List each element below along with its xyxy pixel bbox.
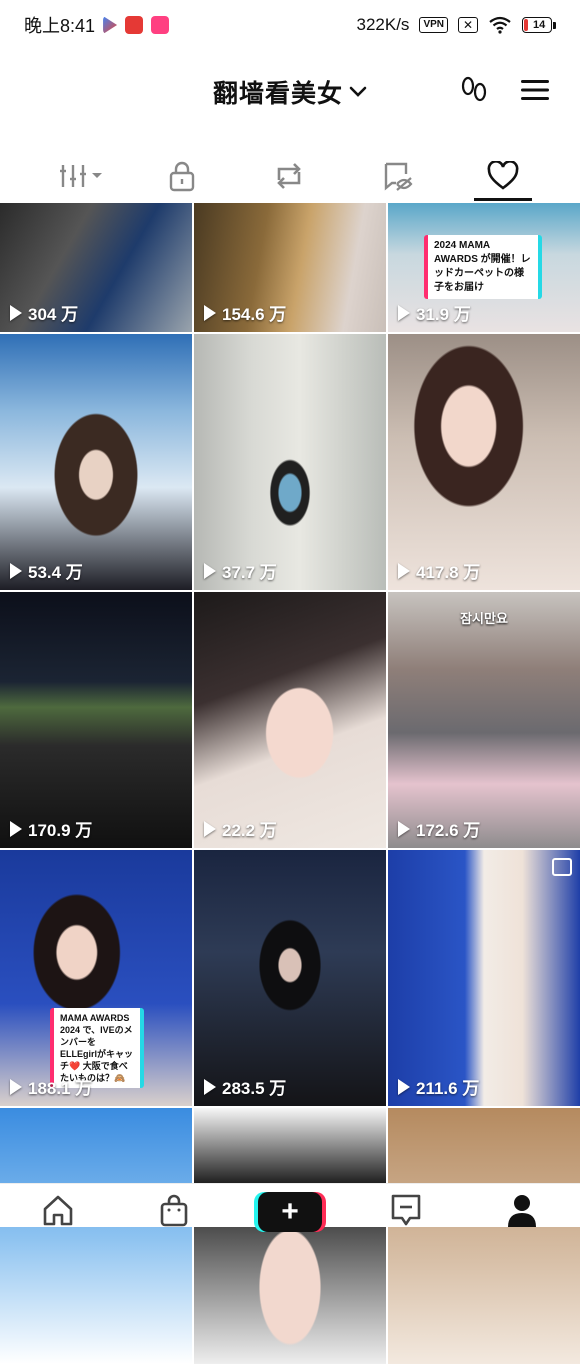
account-title: 翻墙看美女	[212, 80, 343, 108]
battery-icon: 14	[522, 17, 556, 33]
play-icon	[398, 820, 410, 837]
video-tile[interactable]: 잠시만요 172.6 万	[388, 592, 580, 848]
view-count: 283.5 万	[204, 1074, 286, 1099]
chevron-down-icon	[349, 86, 367, 97]
profile-icon	[508, 1195, 536, 1227]
app-notification-icon	[125, 16, 144, 34]
view-count: 211.6 万	[398, 1074, 479, 1099]
play-icon	[10, 820, 22, 837]
app-notification-icon-2	[151, 16, 170, 34]
view-count: 37.7 万	[204, 558, 277, 583]
play-icon	[398, 562, 410, 579]
video-tile[interactable]: 283.5 万	[194, 850, 386, 1106]
nav-home[interactable]	[38, 1192, 78, 1228]
video-tile[interactable]: MAMA AWARDS 2024 で、IVEのメンバーを ELLEgirlがキャ…	[0, 850, 192, 1106]
play-app-icon	[103, 16, 118, 34]
play-icon	[10, 304, 22, 321]
view-count: 417.8 万	[398, 558, 480, 583]
vpn-icon: VPN	[419, 17, 448, 33]
video-caption: 2024 MAMA AWARDS が開催！レッドカーペットの様子をお届け	[424, 235, 542, 299]
wifi-icon	[489, 16, 511, 34]
video-tile[interactable]: 22.2 万	[194, 592, 386, 848]
tab-reposts[interactable]	[259, 150, 319, 202]
battery-level: 14	[533, 19, 546, 31]
menu-icon[interactable]	[517, 72, 553, 108]
active-tab-indicator	[474, 198, 532, 201]
play-icon	[204, 562, 216, 579]
network-speed: 322K/s	[356, 15, 410, 34]
video-overlay-text: 잠시만요	[460, 611, 508, 626]
profile-tabs	[0, 150, 580, 202]
view-count: 304 万	[10, 300, 78, 325]
view-count: 170.9 万	[10, 816, 92, 841]
tab-grid[interactable]	[52, 150, 112, 202]
video-tile[interactable]: 304 万	[0, 203, 192, 332]
video-tile[interactable]: 37.7 万	[194, 334, 386, 590]
account-switcher[interactable]: 翻墙看美女	[0, 74, 580, 110]
video-tile[interactable]	[194, 1108, 386, 1364]
shop-icon	[160, 1194, 188, 1227]
view-count: 172.6 万	[398, 816, 480, 841]
play-icon	[204, 1078, 216, 1095]
tab-liked[interactable]	[473, 150, 533, 202]
heart-icon	[487, 161, 519, 190]
create-button[interactable]: +	[258, 1192, 322, 1232]
view-count: 53.4 万	[10, 558, 83, 583]
view-count: 22.2 万	[204, 816, 277, 841]
video-tile[interactable]: 170.9 万	[0, 592, 192, 848]
nav-shop[interactable]	[154, 1192, 194, 1228]
play-icon	[398, 304, 410, 321]
tab-tagged[interactable]	[368, 150, 428, 202]
nav-profile[interactable]	[502, 1192, 542, 1228]
play-icon	[204, 304, 216, 321]
play-icon	[10, 562, 22, 579]
play-icon	[204, 820, 216, 837]
status-bar: 晚上8:41 322K/s VPN ✕ 14	[0, 0, 580, 50]
video-tile[interactable]: 211.6 万	[388, 850, 580, 1106]
view-count: 154.6 万	[204, 300, 286, 325]
video-tile[interactable]: 2024 MAMA AWARDS が開催！レッドカーペットの様子をお届け 31.…	[388, 203, 580, 332]
tab-private[interactable]	[152, 150, 212, 202]
grid-filter-icon	[60, 165, 102, 187]
footprints-icon[interactable]	[456, 72, 492, 108]
no-sim-icon: ✕	[458, 17, 478, 33]
video-tile[interactable]	[388, 1108, 580, 1364]
status-time: 晚上8:41	[24, 16, 96, 36]
inbox-icon	[391, 1194, 421, 1226]
play-icon	[398, 1078, 410, 1095]
home-icon	[43, 1195, 73, 1226]
video-tile[interactable]: 417.8 万	[388, 334, 580, 590]
repost-icon	[277, 163, 301, 189]
tag-hidden-icon	[384, 162, 413, 191]
video-tile[interactable]	[0, 1108, 192, 1364]
profile-header: 翻墙看美女	[0, 50, 580, 130]
nav-inbox[interactable]	[386, 1192, 426, 1228]
video-tile[interactable]: 53.4 万	[0, 334, 192, 590]
multi-image-icon	[552, 858, 572, 876]
play-icon	[10, 1078, 22, 1095]
lock-icon	[169, 161, 195, 192]
view-count: 31.9 万	[398, 300, 471, 325]
bottom-nav: +	[0, 1183, 580, 1232]
video-tile[interactable]: 154.6 万	[194, 203, 386, 332]
view-count: 188.1 万	[10, 1074, 92, 1099]
